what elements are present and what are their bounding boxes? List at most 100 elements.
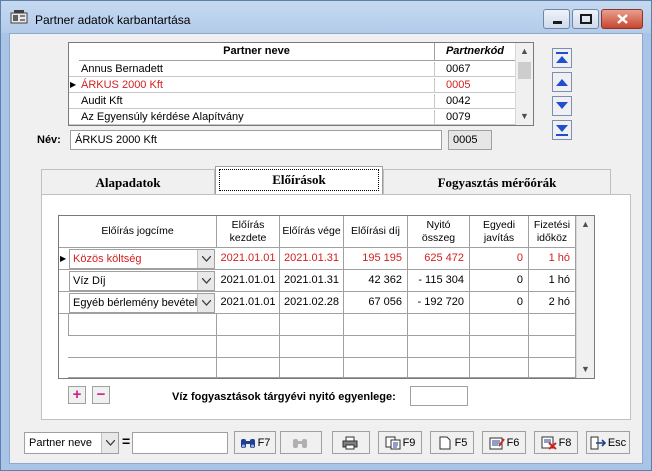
name-input[interactable]: ÁRKUS 2000 Kft bbox=[70, 130, 442, 150]
dropdown-button[interactable] bbox=[197, 272, 214, 290]
exit-button[interactable]: Esc bbox=[586, 431, 630, 454]
first-record-button[interactable] bbox=[552, 48, 572, 68]
partner-code-header[interactable]: Partnerkód bbox=[435, 43, 515, 61]
partner-code: 0067 bbox=[446, 63, 471, 75]
partner-row-selected[interactable]: ▶ ÁRKUS 2000 Kft 0005 bbox=[69, 77, 515, 93]
idokoz-cell[interactable]: 1 hó bbox=[529, 270, 576, 292]
table-row[interactable]: Egyéb bérlemény bevétel bbox=[59, 292, 217, 314]
tab-eloirasok[interactable]: Előírások bbox=[215, 166, 383, 194]
new-record-button[interactable]: F5 bbox=[430, 431, 474, 454]
partner-row[interactable]: Annus Bernadett 0067 bbox=[69, 61, 515, 77]
dij-cell[interactable]: 195 195 bbox=[344, 248, 408, 270]
empty-cell[interactable] bbox=[344, 336, 408, 358]
partner-row[interactable]: Az Egyensúly kérdése Alapítvány 0079 bbox=[69, 109, 515, 125]
empty-cell[interactable] bbox=[529, 314, 576, 336]
empty-cell[interactable] bbox=[217, 314, 280, 336]
eloirasok-grid[interactable]: Előírás jogcíme Előírás kezdete Előírás … bbox=[58, 215, 595, 379]
add-row-button[interactable]: + bbox=[68, 386, 86, 404]
partner-row[interactable]: Audit Kft 0042 bbox=[69, 93, 515, 109]
empty-cell[interactable] bbox=[68, 314, 217, 336]
empty-cell[interactable] bbox=[408, 314, 470, 336]
idokoz-cell[interactable]: 1 hó bbox=[529, 248, 576, 270]
scroll-thumb[interactable] bbox=[518, 62, 531, 79]
column-header[interactable]: Egyedi javítás bbox=[470, 216, 529, 248]
empty-cell[interactable] bbox=[280, 358, 344, 378]
vege-cell[interactable]: 2021.01.31 bbox=[280, 248, 344, 270]
kezdete-cell[interactable]: 2021.01.01 bbox=[217, 248, 280, 270]
jogcim-select[interactable]: Víz Díj bbox=[69, 271, 215, 291]
next-record-button[interactable] bbox=[552, 96, 572, 116]
dropdown-button[interactable] bbox=[197, 250, 214, 268]
column-header[interactable]: Előírás kezdete bbox=[217, 216, 280, 248]
column-header[interactable]: Előírás jogcíme bbox=[59, 216, 217, 248]
tab-fogyasztas-meroorak[interactable]: Fogyasztás mérőórák bbox=[383, 169, 611, 195]
close-button[interactable] bbox=[601, 9, 643, 29]
nyito-cell[interactable]: 625 472 bbox=[408, 248, 470, 270]
partner-name-header[interactable]: Partner neve bbox=[79, 43, 435, 61]
jogcim-select[interactable]: Egyéb bérlemény bevétel bbox=[69, 293, 215, 313]
empty-cell[interactable] bbox=[344, 314, 408, 336]
nyito-cell[interactable]: - 115 304 bbox=[408, 270, 470, 292]
jogcim-select[interactable]: Közös költség bbox=[69, 249, 215, 269]
empty-cell[interactable] bbox=[529, 336, 576, 358]
grid-scrollbar[interactable]: ▲ ▼ bbox=[576, 216, 594, 378]
search-next-button[interactable] bbox=[280, 431, 322, 454]
exit-icon bbox=[590, 436, 606, 449]
scroll-down-icon[interactable]: ▼ bbox=[516, 108, 533, 125]
vege-cell[interactable]: 2021.02.28 bbox=[280, 292, 344, 314]
search-field-select[interactable]: Partner neve bbox=[24, 432, 119, 454]
delete-record-button[interactable]: F8 bbox=[534, 431, 578, 454]
idokoz-cell[interactable]: 2 hó bbox=[529, 292, 576, 314]
empty-cell[interactable] bbox=[68, 358, 217, 378]
column-header[interactable]: Előírás vége bbox=[280, 216, 344, 248]
empty-cell[interactable] bbox=[470, 336, 529, 358]
column-header[interactable]: Fizetési időköz bbox=[529, 216, 576, 248]
empty-cell[interactable] bbox=[408, 336, 470, 358]
previous-record-button[interactable] bbox=[552, 72, 572, 92]
partner-list-scrollbar[interactable]: ▲ ▼ bbox=[515, 43, 533, 125]
scroll-up-icon[interactable]: ▲ bbox=[577, 216, 594, 233]
empty-cell[interactable] bbox=[280, 336, 344, 358]
empty-cell[interactable] bbox=[408, 358, 470, 378]
partner-list[interactable]: Partner neve Partnerkód Annus Bernadett … bbox=[68, 42, 534, 126]
column-header[interactable]: Előírási díj bbox=[344, 216, 408, 248]
empty-cell[interactable] bbox=[470, 314, 529, 336]
kezdete-cell[interactable]: 2021.01.01 bbox=[217, 270, 280, 292]
empty-cell[interactable] bbox=[217, 358, 280, 378]
dropdown-button[interactable] bbox=[101, 433, 118, 453]
dij-cell[interactable]: 42 362 bbox=[344, 270, 408, 292]
nyito-cell[interactable]: - 192 720 bbox=[408, 292, 470, 314]
table-row[interactable]: Közös költség bbox=[59, 248, 217, 270]
jogcim-value: Víz Díj bbox=[73, 275, 106, 287]
last-record-button[interactable] bbox=[552, 120, 572, 140]
vege-cell[interactable]: 2021.01.31 bbox=[280, 270, 344, 292]
tab-alapadatok[interactable]: Alapadatok bbox=[41, 169, 215, 195]
maximize-button[interactable] bbox=[572, 9, 599, 29]
scroll-up-icon[interactable]: ▲ bbox=[516, 43, 533, 60]
table-row[interactable]: Víz Díj bbox=[59, 270, 217, 292]
remove-row-button[interactable]: − bbox=[92, 386, 110, 404]
partner-name: Annus Bernadett bbox=[80, 62, 435, 76]
filter-input[interactable] bbox=[132, 432, 228, 454]
print-button[interactable] bbox=[332, 431, 370, 454]
kezdete-cell[interactable]: 2021.01.01 bbox=[217, 292, 280, 314]
empty-cell[interactable] bbox=[470, 358, 529, 378]
empty-cell[interactable] bbox=[217, 336, 280, 358]
search-button[interactable]: F7 bbox=[234, 431, 276, 454]
empty-cell[interactable] bbox=[68, 336, 217, 358]
javitas-cell[interactable]: 0 bbox=[470, 270, 529, 292]
minimize-button[interactable] bbox=[543, 9, 570, 29]
dij-cell[interactable]: 67 056 bbox=[344, 292, 408, 314]
water-balance-input[interactable] bbox=[410, 386, 468, 406]
edit-record-button[interactable]: F6 bbox=[482, 431, 526, 454]
column-header[interactable]: Nyitó összeg bbox=[408, 216, 470, 248]
scroll-down-icon[interactable]: ▼ bbox=[577, 361, 594, 378]
empty-cell[interactable] bbox=[529, 358, 576, 378]
title-bar[interactable]: Partner adatok karbantartása bbox=[1, 1, 651, 33]
empty-cell[interactable] bbox=[280, 314, 344, 336]
empty-cell[interactable] bbox=[344, 358, 408, 378]
copy-button[interactable]: F9 bbox=[378, 431, 422, 454]
javitas-cell[interactable]: 0 bbox=[470, 248, 529, 270]
dropdown-button[interactable] bbox=[197, 294, 214, 312]
javitas-cell[interactable]: 0 bbox=[470, 292, 529, 314]
